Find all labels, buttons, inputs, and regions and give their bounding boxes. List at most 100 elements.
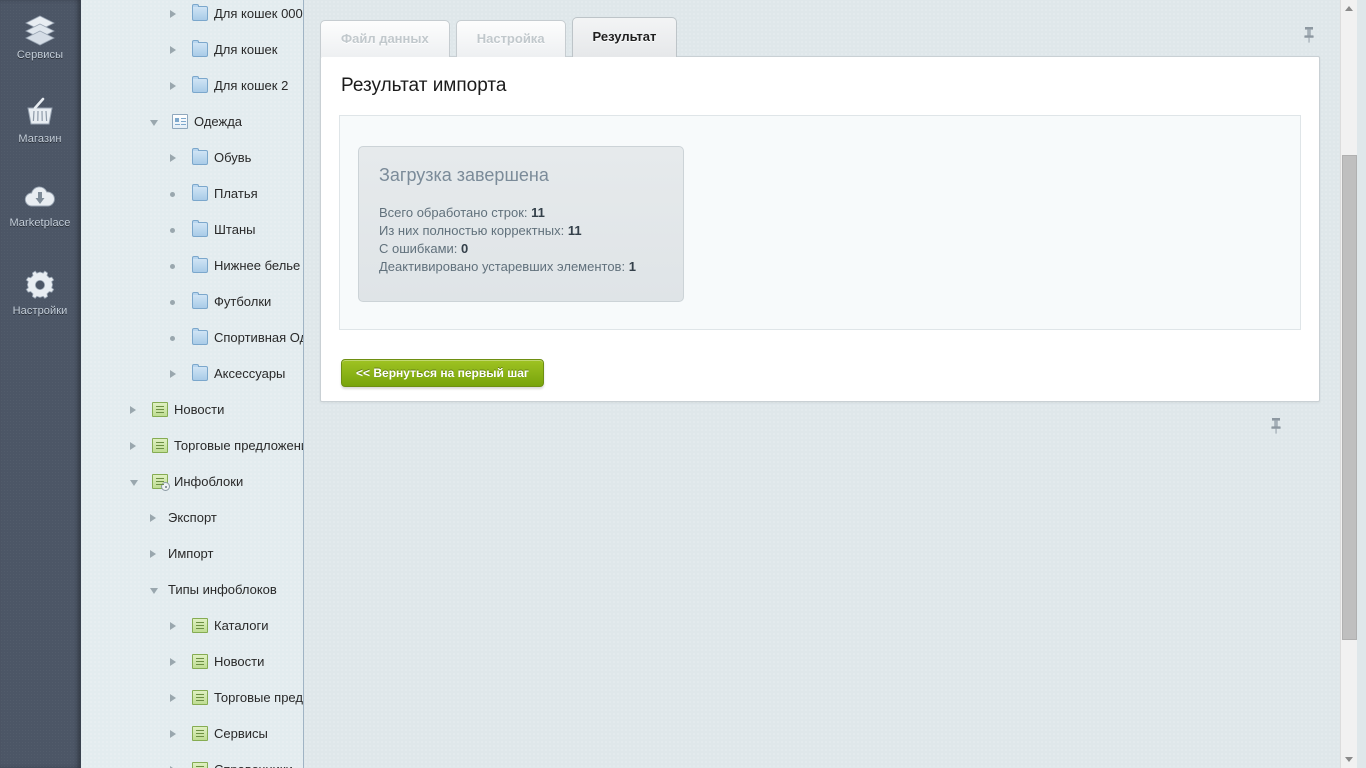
tab-strip: Файл данныхНастройкаРезультат — [320, 17, 683, 57]
pushpin-icon-top[interactable] — [1302, 26, 1316, 44]
result-stat-value: 1 — [629, 259, 636, 274]
result-area: Загрузка завершена Всего обработано стро… — [339, 115, 1301, 330]
bullet-icon — [170, 336, 175, 341]
tree-item[interactable]: Для кошек — [81, 32, 303, 68]
chevron-right-icon[interactable] — [170, 370, 176, 378]
bullet-icon — [170, 228, 175, 233]
chevron-right-icon[interactable] — [130, 406, 136, 414]
tree-item-label: Одежда — [194, 104, 242, 140]
chevron-down-icon[interactable] — [130, 480, 138, 486]
back-to-first-step-button[interactable]: << Вернуться на первый шаг — [341, 359, 544, 387]
pushpin-icon-bottom[interactable] — [1269, 417, 1283, 435]
chevron-right-icon[interactable] — [170, 622, 176, 630]
tree-item-label: Сервисы — [214, 716, 268, 752]
tree-item-label: Обувь — [214, 140, 251, 176]
right-gutter — [1357, 0, 1366, 768]
chevron-right-icon[interactable] — [150, 550, 156, 558]
tree-item[interactable]: Одежда — [81, 104, 303, 140]
tree-item-label: Импорт — [168, 536, 213, 572]
vertical-scrollbar[interactable] — [1340, 0, 1357, 768]
result-stat-row: Деактивировано устаревших элементов: 1 — [379, 258, 663, 276]
infoblock-icon — [192, 654, 208, 669]
iconbar-item-shop[interactable]: Магазин — [0, 92, 80, 145]
chevron-right-icon[interactable] — [170, 658, 176, 666]
result-stat-value: 11 — [568, 223, 582, 238]
tree-item[interactable]: Для кошек 000 — [81, 0, 303, 32]
tree-item[interactable]: Инфоблоки — [81, 464, 303, 500]
scroll-down-button[interactable] — [1341, 751, 1357, 768]
tree-item[interactable]: Сервисы — [81, 716, 303, 752]
tree-item[interactable]: Обувь — [81, 140, 303, 176]
scrollbar-thumb[interactable] — [1342, 155, 1357, 640]
infoblock-icon — [192, 762, 208, 768]
infoblock-icon — [152, 402, 168, 417]
tree-item-label: Футболки — [214, 284, 271, 320]
tree-item[interactable]: Аксессуары — [81, 356, 303, 392]
sidebar-tree[interactable]: Для кошек 000Для кошекДля кошек 2ОдеждаО… — [81, 0, 304, 768]
bullet-icon — [170, 192, 175, 197]
result-stat-value: 11 — [531, 205, 545, 220]
tree-item[interactable]: Торговые предложения — [81, 680, 303, 716]
folder-icon — [192, 186, 208, 201]
left-icon-bar: Сервисы Магазин — [0, 0, 81, 768]
tree-item-label: Типы инфоблоков — [168, 572, 277, 608]
iconbar-item-marketplace[interactable]: Marketplace — [0, 176, 80, 229]
tree-item[interactable]: Справочники — [81, 752, 303, 768]
tree-item[interactable]: Новости — [81, 644, 303, 680]
content-panel: Результат импорта Загрузка завершена Все… — [320, 56, 1320, 402]
tree-item-label: Инфоблоки — [174, 464, 243, 500]
chevron-right-icon[interactable] — [170, 154, 176, 162]
tree-item-label: Нижнее белье — [214, 248, 300, 284]
tree-item[interactable]: Спортивная Одежда — [81, 320, 303, 356]
result-stats-list: Всего обработано строк: 11Из них полност… — [379, 204, 663, 276]
gear-badge-icon — [161, 482, 170, 491]
tree-item-label: Каталоги — [214, 608, 269, 644]
tree-item[interactable]: Импорт — [81, 536, 303, 572]
tree-item-label: Экспорт — [168, 500, 217, 536]
tree-item[interactable]: Новости — [81, 392, 303, 428]
cloud-download-icon — [0, 176, 80, 216]
work-area: Файл данныхНастройкаРезультат Результат … — [304, 0, 1340, 768]
chevron-right-icon[interactable] — [130, 442, 136, 450]
tree-item-label: Торговые предложения — [174, 428, 303, 464]
tree-item-label: Для кошек 000 — [214, 0, 303, 32]
chevron-right-icon[interactable] — [150, 514, 156, 522]
chevron-right-icon[interactable] — [170, 694, 176, 702]
tree-item[interactable]: Типы инфоблоков — [81, 572, 303, 608]
tree-item[interactable]: Футболки — [81, 284, 303, 320]
layers-icon — [0, 8, 80, 48]
folder-icon — [192, 78, 208, 93]
tree-item[interactable]: Нижнее белье — [81, 248, 303, 284]
iconbar-item-settings[interactable]: Настройки — [0, 264, 80, 317]
result-stat-value: 0 — [461, 241, 468, 256]
chevron-down-icon[interactable] — [150, 120, 158, 126]
chevron-right-icon[interactable] — [170, 82, 176, 90]
scroll-up-button[interactable] — [1341, 0, 1357, 17]
folder-icon — [192, 6, 208, 21]
tab-result[interactable]: Результат — [572, 17, 678, 57]
tree-item-label: Торговые предложения — [214, 680, 303, 716]
tree-item[interactable]: Каталоги — [81, 608, 303, 644]
chevron-right-icon[interactable] — [170, 46, 176, 54]
tree-item-label: Новости — [174, 392, 224, 428]
tree-item-label: Спортивная Одежда — [214, 320, 303, 356]
tree-item-label: Аксессуары — [214, 356, 285, 392]
folder-icon — [192, 150, 208, 165]
tree-item[interactable]: Торговые предложения — [81, 428, 303, 464]
gear-icon — [0, 264, 80, 304]
tree-item[interactable]: Штаны — [81, 212, 303, 248]
tree-item-label: Новости — [214, 644, 264, 680]
tab-data-file: Файл данных — [320, 20, 450, 57]
chevron-right-icon[interactable] — [170, 10, 176, 18]
tree-item[interactable]: Экспорт — [81, 500, 303, 536]
tree-item[interactable]: Для кошек 2 — [81, 68, 303, 104]
bullet-icon — [170, 264, 175, 269]
result-stat-row: Всего обработано строк: 11 — [379, 204, 663, 222]
infoblock-icon — [192, 618, 208, 633]
iconbar-label-marketplace: Marketplace — [0, 217, 80, 229]
iconbar-item-services[interactable]: Сервисы — [0, 8, 80, 61]
chevron-right-icon[interactable] — [170, 730, 176, 738]
chevron-down-icon[interactable] — [150, 588, 158, 594]
folder-icon — [192, 258, 208, 273]
tree-item[interactable]: Платья — [81, 176, 303, 212]
